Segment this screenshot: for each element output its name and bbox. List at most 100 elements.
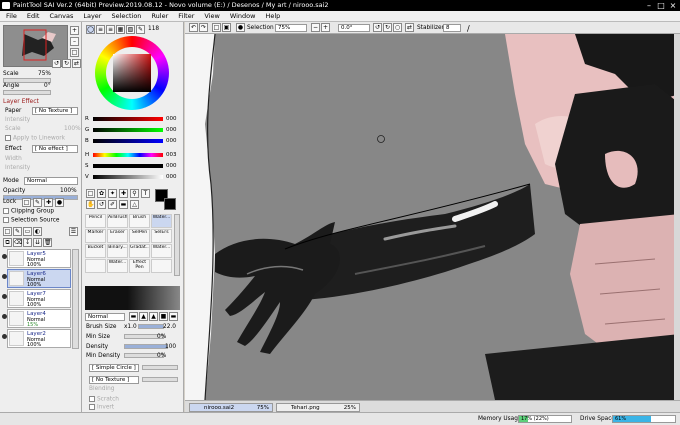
new-linework-icon[interactable]: ✎ [13,227,22,236]
tab-nirooo[interactable]: nirooo.sai2 75% [189,403,273,412]
minimize-button[interactable]: – [643,0,655,11]
drawing-canvas[interactable] [185,34,680,400]
select-rect-icon[interactable]: □ [86,189,95,198]
rotation-select[interactable]: 0.0° [338,24,370,32]
redo-icon[interactable]: ↷ [199,23,208,32]
lock-move-icon[interactable]: ✚ [44,198,53,207]
b-slider[interactable] [93,139,163,143]
close-button[interactable]: × [667,0,679,11]
tool-pencil[interactable]: Pencil [85,214,106,228]
maximize-button[interactable]: □ [655,0,667,11]
tip-triangle2-icon[interactable]: ▲ [149,312,158,321]
menu-selection[interactable]: Selection [111,12,141,20]
undo-icon[interactable]: ↶ [189,23,198,32]
layer-row[interactable]: Layer7 Normal 100% [2,289,71,308]
tool-selerase[interactable]: SelErs [151,229,172,243]
nav-fit-button[interactable]: □ [70,48,79,57]
shape-icon[interactable]: △ [130,200,139,209]
selection-visibility-icon[interactable]: ● [236,23,245,32]
swatch-tab-icon[interactable]: ▧ [126,25,135,34]
layer-row[interactable]: Layer5 Normal 100% [2,249,71,268]
menu-canvas[interactable]: Canvas [49,12,73,20]
canvas-vertical-scrollbar[interactable] [674,34,680,400]
tab-tehari[interactable]: Tehari.png 25% [276,403,360,412]
r-slider[interactable] [93,117,163,121]
nav-zoom-out-button[interactable]: – [70,37,79,46]
layer-effect-heading[interactable]: Layer Effect [3,98,39,105]
angle-slider[interactable] [3,90,51,95]
tool-watercolor-selected[interactable]: Water... [151,214,172,228]
tip-wide-icon[interactable]: ▬ [169,312,178,321]
layer-menu-icon[interactable]: ☰ [69,227,78,236]
rotate-ccw-icon[interactable]: ↺ [373,23,382,32]
h-slider[interactable] [93,153,163,157]
layer-row[interactable]: Layer4 Normal 15% [2,309,71,328]
secondary-color-swatch[interactable] [164,198,176,210]
tool-marker[interactable]: Marker [85,229,106,243]
menu-window[interactable]: Window [230,12,256,20]
reset-rotation-icon[interactable]: ○ [393,23,402,32]
rotate-cw-icon[interactable]: ↻ [383,23,392,32]
merge-visible-icon[interactable]: ⇊ [33,238,42,247]
tip-triangle-icon[interactable]: ▲ [139,312,148,321]
tip-flat-icon[interactable]: ▬ [129,312,138,321]
layers-scrollbar[interactable] [72,249,79,349]
tool-bucket[interactable]: Bucket [85,244,106,258]
pen-pressure-icon[interactable]: ∕ [467,24,470,33]
invert-checkbox[interactable]: Invert [89,404,114,411]
apply-linework-checkbox[interactable]: Apply to Linework [5,135,65,142]
merge-down-icon[interactable]: ↧ [23,238,32,247]
zoom-icon[interactable]: ⚲ [130,189,139,198]
menu-filter[interactable]: Filter [178,12,194,20]
new-folder-icon[interactable]: ▭ [23,227,32,236]
flip-horizontal-icon[interactable]: ⇄ [405,23,414,32]
scratch-checkbox[interactable]: Scratch [89,396,119,403]
ruler-icon[interactable]: ▬ [119,200,128,209]
tool-eraser[interactable]: Eraser [107,229,128,243]
menu-view[interactable]: View [204,12,219,20]
visibility-eye-icon[interactable] [2,314,7,319]
zoom-in-icon[interactable]: + [321,23,330,32]
tip-square-icon[interactable]: ■ [159,312,168,321]
nav-flip-button[interactable]: ⇄ [72,59,81,68]
tool-effect-pen[interactable]: Effect Pen [129,259,150,273]
nav-rotate-right-button[interactable]: ↻ [62,59,71,68]
zoom-out-icon[interactable]: − [311,23,320,32]
v-slider[interactable] [93,175,163,179]
lock-paint-icon[interactable]: ✎ [33,198,42,207]
menu-edit[interactable]: Edit [27,12,40,20]
brush-mode-select[interactable]: Normal [85,313,125,321]
menu-layer[interactable]: Layer [83,12,101,20]
eyedropper-icon[interactable]: ✐ [108,200,117,209]
brush-size-multiplier[interactable]: x1.0 [124,324,137,330]
new-mask-icon[interactable]: ◐ [33,227,42,236]
effect-select[interactable]: [ No effect ] [32,145,78,153]
move-icon[interactable]: ✚ [119,189,128,198]
lock-transparency-icon[interactable]: □ [22,198,31,207]
deselect-icon[interactable]: □ [212,23,221,32]
tool-selpen[interactable]: SelPen [129,229,150,243]
brush-shape-slider[interactable] [142,365,178,370]
tool-airbrush[interactable]: AirBrush [107,214,128,228]
invert-selection-icon[interactable]: ▣ [222,23,231,32]
hsv-slider-tab-icon[interactable]: ≡ [106,25,115,34]
tool-water-3[interactable]: Water... [107,259,128,273]
scratchpad-tab-icon[interactable]: ✎ [136,25,145,34]
menu-ruler[interactable]: Ruler [151,12,168,20]
brush-size-slider[interactable] [138,324,164,329]
tool-empty-2[interactable] [151,259,172,273]
menu-file[interactable]: File [6,12,17,20]
selection-source-checkbox[interactable]: Selection Source [3,217,59,224]
brush-shape-select[interactable]: [ Simple Circle ] [89,364,139,372]
clear-layer-icon[interactable]: ⌫ [13,238,22,247]
layer-row[interactable]: Layer2 Normal 100% [2,329,71,348]
tool-empty-1[interactable] [85,259,106,273]
tool-water-2[interactable]: Water... [151,244,172,258]
saturation-value-square[interactable] [113,54,151,92]
color-wheel-tab-icon[interactable]: ◯ [86,25,95,34]
zoom-select[interactable]: 75% [275,24,307,32]
g-slider[interactable] [93,128,163,132]
palette-tab-icon[interactable]: ▦ [116,25,125,34]
tool-gradation[interactable]: Gradat... [129,244,150,258]
new-layer-icon[interactable]: □ [3,227,12,236]
